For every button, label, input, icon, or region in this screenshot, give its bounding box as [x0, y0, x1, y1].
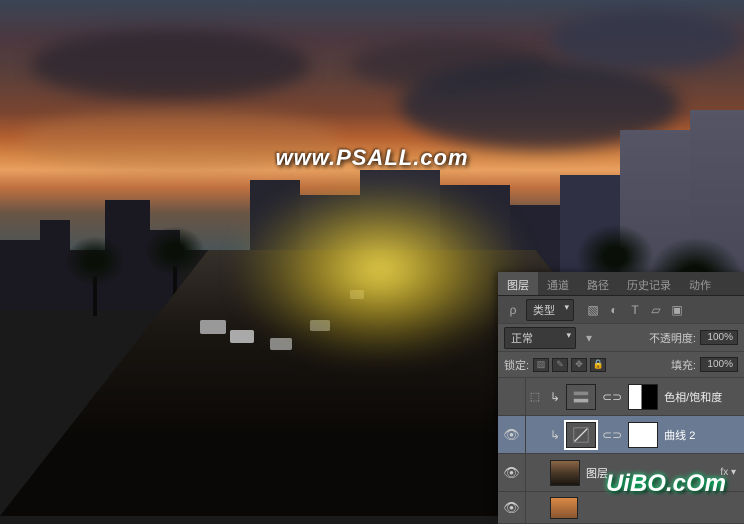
layer-name-label[interactable]: 曲线 2 — [664, 427, 695, 443]
tab-channels[interactable]: 通道 — [538, 272, 578, 295]
layer-mask-thumbnail[interactable] — [628, 384, 658, 410]
link-column[interactable] — [526, 454, 544, 491]
panel-tabs: 图层 通道 路径 历史记录 动作 — [498, 272, 744, 296]
lock-row: 锁定: ▨ ✎ ✥ 🔒 填充: 100% — [498, 352, 744, 378]
visibility-toggle[interactable]: 👁 — [498, 454, 526, 491]
filter-adjustment-icon[interactable]: ◐ — [605, 301, 623, 319]
opacity-value[interactable]: 100% — [700, 330, 738, 345]
blend-arrow-icon[interactable]: ▾ — [580, 329, 598, 347]
lock-transparent-icon[interactable]: ▨ — [533, 358, 549, 372]
lock-position-icon[interactable]: ✥ — [571, 358, 587, 372]
link-column[interactable] — [526, 416, 544, 453]
visibility-toggle[interactable]: 👁 — [498, 416, 526, 453]
filter-shape-icon[interactable]: ▱ — [647, 301, 665, 319]
visibility-toggle[interactable]: 👁 — [498, 492, 526, 523]
mask-link-icon[interactable]: ⊂⊃ — [602, 428, 622, 442]
palm-tree — [70, 236, 120, 316]
cloud — [550, 10, 740, 70]
lock-label: 锁定: — [504, 357, 529, 373]
car — [350, 290, 364, 299]
car — [230, 330, 254, 343]
car — [270, 338, 292, 350]
clip-indicator-icon: ↳ — [550, 390, 560, 404]
layer-curves-2[interactable]: 👁 ↳ ⊂⊃ 曲线 2 — [498, 416, 744, 454]
fill-value[interactable]: 100% — [700, 357, 738, 372]
mask-link-icon[interactable]: ⊂⊃ — [602, 390, 622, 404]
layer-thumbnail[interactable] — [550, 460, 580, 486]
tab-paths[interactable]: 路径 — [578, 272, 618, 295]
opacity-label: 不透明度: — [649, 330, 696, 346]
cloud — [30, 30, 310, 100]
blend-row: 正常 ▾ 不透明度: 100% — [498, 324, 744, 352]
layer-thumbnail[interactable] — [550, 497, 578, 519]
link-column[interactable]: ⬚ — [526, 378, 544, 415]
car — [310, 320, 330, 331]
tab-layers[interactable]: 图层 — [498, 272, 538, 295]
blend-mode-dropdown[interactable]: 正常 — [504, 327, 576, 349]
layer-filter-row: ρ 类型 ▧ ◐ T ▱ ▣ — [498, 296, 744, 324]
clip-indicator-icon: ↳ — [550, 428, 560, 442]
fill-label: 填充: — [671, 357, 696, 373]
layer-mask-thumbnail[interactable] — [628, 422, 658, 448]
hue-sat-icon — [572, 388, 590, 406]
filter-type-icon[interactable]: T — [626, 301, 644, 319]
link-column[interactable] — [526, 492, 544, 523]
lock-all-icon[interactable]: 🔒 — [590, 358, 606, 372]
visibility-toggle[interactable]: 👁 — [498, 378, 526, 415]
layer-name-label[interactable]: 图层 — [586, 465, 608, 481]
overlay-domain-text: UiBO.cOm — [606, 470, 726, 498]
filter-smart-icon[interactable]: ▣ — [668, 301, 686, 319]
adjustment-thumbnail[interactable] — [566, 384, 596, 410]
layer-hue-saturation[interactable]: 👁 ⬚ ↳ ⊂⊃ 色相/饱和度 — [498, 378, 744, 416]
adjustment-thumbnail[interactable] — [566, 422, 596, 448]
layers-list: 👁 ⬚ ↳ ⊂⊃ 色相/饱和度 👁 ↳ ⊂⊃ — [498, 378, 744, 524]
car — [200, 320, 226, 334]
tab-actions[interactable]: 动作 — [680, 272, 720, 295]
filter-kind-icon[interactable]: ρ — [504, 301, 522, 319]
filter-kind-dropdown[interactable]: 类型 — [526, 299, 574, 321]
tab-history[interactable]: 历史记录 — [618, 272, 680, 295]
watermark-text: www.PSALL.com — [275, 145, 468, 171]
curves-icon — [572, 426, 590, 444]
layer-name-label[interactable]: 色相/饱和度 — [664, 389, 722, 405]
lock-pixels-icon[interactable]: ✎ — [552, 358, 568, 372]
filter-pixel-icon[interactable]: ▧ — [584, 301, 602, 319]
